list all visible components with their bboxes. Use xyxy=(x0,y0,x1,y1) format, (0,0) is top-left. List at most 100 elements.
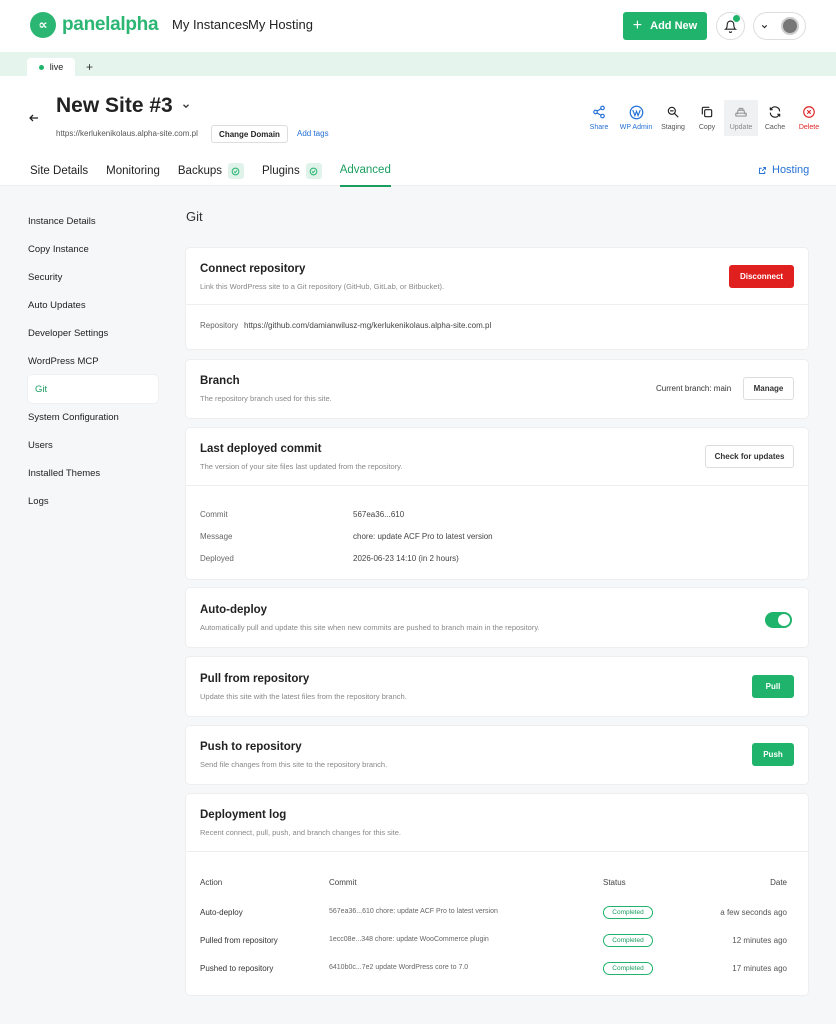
sidebar-item-wordpress-mcp[interactable]: WordPress MCP xyxy=(28,347,158,375)
hosting-link[interactable]: Hosting xyxy=(758,164,809,176)
user-menu[interactable] xyxy=(753,12,806,40)
log-header-action: Action xyxy=(200,878,223,887)
connect-repository-desc: Link this WordPress site to a Git reposi… xyxy=(200,282,445,291)
tab-backups[interactable]: Backups xyxy=(178,163,244,187)
live-status-dot xyxy=(38,64,44,70)
site-title[interactable]: New Site #3 xyxy=(56,94,191,118)
site-header: New Site #3 https://kerlukenikolaus.alph… xyxy=(0,76,836,187)
commit-label: Commit xyxy=(200,510,228,519)
tab-advanced[interactable]: Advanced xyxy=(339,163,391,187)
current-branch: Current branch: main xyxy=(656,384,732,393)
sidebar-item-auto-updates[interactable]: Auto Updates xyxy=(28,291,158,319)
deployment-log-card: Deployment log Recent connect, pull, pus… xyxy=(186,794,808,995)
log-date: a few seconds ago xyxy=(720,908,787,917)
sidebar-item-developer-settings[interactable]: Developer Settings xyxy=(28,319,158,347)
staging-label: Staging xyxy=(661,124,685,131)
delete-icon xyxy=(803,106,815,118)
nav-my-instances[interactable]: My Instances xyxy=(172,17,249,32)
site-actions: Share WP Admin Staging Copy Update Cache… xyxy=(582,100,826,136)
delete-button[interactable]: Delete xyxy=(792,100,826,136)
last-deployed-commit-desc: The version of your site files last upda… xyxy=(200,462,403,471)
tab-monitoring[interactable]: Monitoring xyxy=(106,163,160,187)
branch-title: Branch xyxy=(200,375,240,387)
chevron-down-icon xyxy=(182,104,189,109)
share-label: Share xyxy=(589,124,609,131)
plus-icon: + xyxy=(632,17,643,34)
auto-deploy-card: Auto-deploy Automatically pull and updat… xyxy=(186,588,808,647)
avatar xyxy=(781,17,799,35)
log-header-commit: Commit xyxy=(329,878,357,887)
back-arrow-icon[interactable] xyxy=(28,111,40,127)
deployed-value: 2026-06-23 14:10 (in 2 hours) xyxy=(353,554,459,563)
message-value: chore: update ACF Pro to latest version xyxy=(353,532,493,541)
pull-button[interactable]: Pull xyxy=(752,675,794,698)
external-link-icon xyxy=(759,166,766,174)
wp-admin-button[interactable]: WP Admin xyxy=(616,100,656,136)
sidebar-item-installed-themes[interactable]: Installed Themes xyxy=(28,459,158,487)
commit-value: 567ea36...610 xyxy=(353,510,405,519)
logo-mark-icon: ∝ xyxy=(30,12,56,38)
cache-button[interactable]: Cache xyxy=(758,100,792,136)
status-badge: Completed xyxy=(603,906,653,919)
pull-desc: Update this site with the latest files f… xyxy=(200,692,407,701)
notification-dot xyxy=(733,15,740,22)
nav-my-hosting[interactable]: My Hosting xyxy=(248,17,313,32)
add-tags-link[interactable]: Add tags xyxy=(297,129,329,138)
last-deployed-commit-title: Last deployed commit xyxy=(200,443,322,455)
sidebar-item-users[interactable]: Users xyxy=(28,431,158,459)
tab-advanced-label: Advanced xyxy=(339,164,391,176)
delete-label: Delete xyxy=(798,124,820,131)
check-circle-icon xyxy=(305,163,322,179)
tab-plugins[interactable]: Plugins xyxy=(262,163,322,187)
push-title: Push to repository xyxy=(200,741,302,753)
wordpress-icon xyxy=(629,105,643,119)
change-domain-button[interactable]: Change Domain xyxy=(211,125,288,143)
tab-live[interactable]: live xyxy=(27,58,75,76)
disconnect-button[interactable]: Disconnect xyxy=(729,265,794,288)
log-header-status: Status xyxy=(603,878,626,887)
advanced-sidebar: Instance Details Copy Instance Security … xyxy=(28,207,158,515)
sidebar-item-instance-details[interactable]: Instance Details xyxy=(28,207,158,235)
sidebar-item-system-configuration[interactable]: System Configuration xyxy=(28,403,158,431)
divider xyxy=(186,304,808,305)
logo[interactable]: ∝ panelalpha xyxy=(30,12,159,38)
check-circle-icon xyxy=(227,163,244,179)
logo-text: panelalpha xyxy=(62,14,159,35)
update-icon xyxy=(735,107,747,117)
status-badge: Completed xyxy=(603,962,653,975)
sidebar-item-security[interactable]: Security xyxy=(28,263,158,291)
deployed-label: Deployed xyxy=(200,554,234,563)
sidebar-item-logs[interactable]: Logs xyxy=(28,487,158,515)
add-tab-button[interactable]: + xyxy=(86,60,93,74)
share-button[interactable]: Share xyxy=(582,100,616,136)
sidebar-item-copy-instance[interactable]: Copy Instance xyxy=(28,235,158,263)
chevron-down-icon xyxy=(761,24,768,28)
top-navigation: ∝ panelalpha My Instances My Hosting + A… xyxy=(0,0,836,52)
site-url[interactable]: https://kerlukenikolaus.alpha-site.com.p… xyxy=(56,129,198,138)
tab-site-details[interactable]: Site Details xyxy=(30,163,88,187)
log-commit: 567ea36...610 chore: update ACF Pro to l… xyxy=(329,908,498,915)
repository-value: https://github.com/damianwilusz-mg/kerlu… xyxy=(244,321,492,330)
manage-branch-button[interactable]: Manage xyxy=(743,377,794,400)
tab-monitoring-label: Monitoring xyxy=(106,165,160,177)
sidebar-item-git[interactable]: Git xyxy=(28,375,158,403)
check-for-updates-button[interactable]: Check for updates xyxy=(705,445,794,468)
last-deployed-commit-card: Last deployed commit The version of your… xyxy=(186,428,808,579)
log-commit: 1ecc08e...348 chore: update WooCommerce … xyxy=(329,936,489,943)
tab-backups-label: Backups xyxy=(177,165,222,177)
copy-icon xyxy=(701,106,713,118)
log-date: 12 minutes ago xyxy=(732,936,787,945)
staging-button[interactable]: Staging xyxy=(656,100,690,136)
toggle-knob xyxy=(778,614,790,626)
copy-button[interactable]: Copy xyxy=(690,100,724,136)
push-button[interactable]: Push xyxy=(752,743,794,766)
add-new-button[interactable]: + Add New xyxy=(623,12,707,40)
push-desc: Send file changes from this site to the … xyxy=(200,760,388,769)
update-button[interactable]: Update xyxy=(724,100,758,136)
repository-label: Repository xyxy=(200,321,239,330)
notifications-button[interactable] xyxy=(716,12,745,40)
add-new-label: Add New xyxy=(650,20,698,32)
auto-deploy-toggle[interactable] xyxy=(765,612,792,628)
tab-live-label: live xyxy=(49,62,64,72)
log-action: Auto-deploy xyxy=(200,908,243,917)
